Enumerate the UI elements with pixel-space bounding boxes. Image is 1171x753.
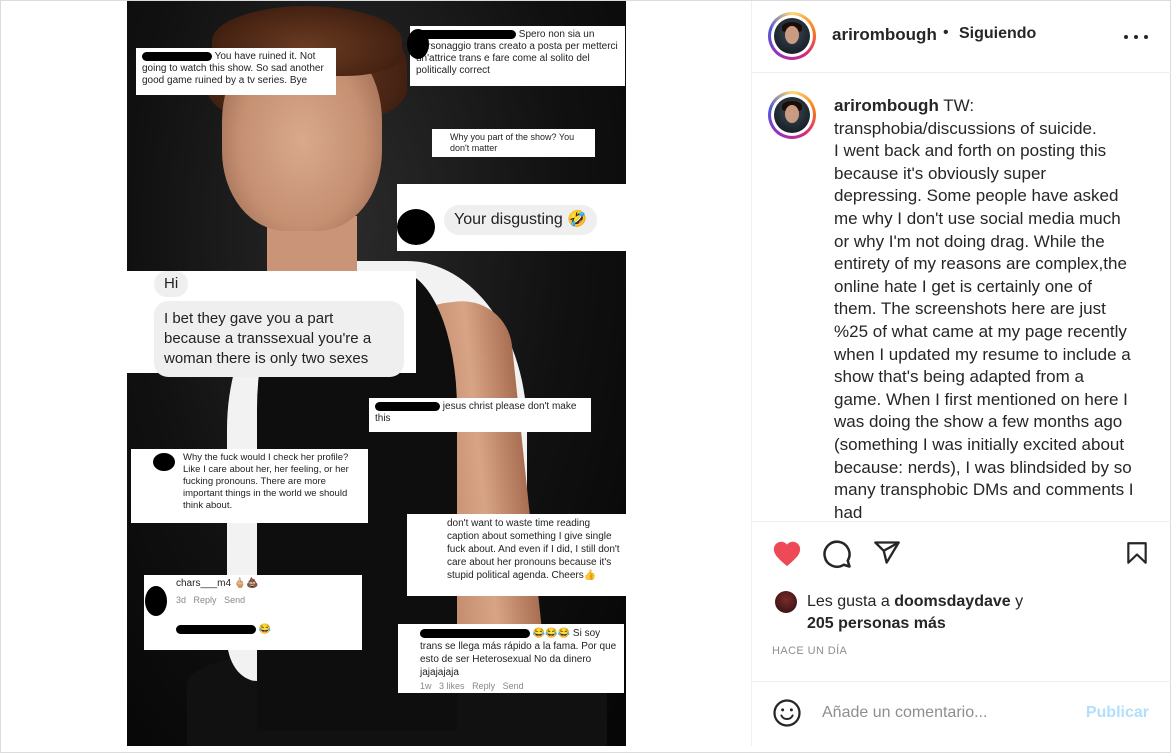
avatar-image xyxy=(774,18,810,54)
heart-icon[interactable] xyxy=(772,539,802,567)
author-avatar[interactable] xyxy=(768,12,816,60)
screenshot-comment-2: Spero non sia un personaggio trans creat… xyxy=(410,26,625,86)
screenshot-comment-1: You have ruined it. Not going to watch t… xyxy=(136,48,336,95)
post-image[interactable]: You have ruined it. Not going to watch t… xyxy=(127,1,626,746)
screenshot-comment-8: don't want to waste time reading caption… xyxy=(407,514,626,596)
dm-bubble-message: I bet they gave you a part because a tra… xyxy=(154,301,404,377)
send-link: Send xyxy=(224,595,246,605)
comment-text: Why the fuck would I check her profile? … xyxy=(183,452,349,511)
comment-text: don't want to waste time reading caption… xyxy=(447,518,620,581)
author-username[interactable]: arirombough xyxy=(832,25,937,45)
avatar-face xyxy=(785,26,799,44)
comment-age: 1w xyxy=(420,681,432,691)
comment-text: 😂 xyxy=(258,624,272,635)
comment-text: Why you part of the show? You don't matt… xyxy=(450,132,575,153)
post-sidebar: arirombough • Siguiendo arirombough TW: … xyxy=(751,1,1171,746)
avatar-face xyxy=(785,105,799,123)
caption-username[interactable]: arirombough xyxy=(834,96,939,115)
following-button[interactable]: Siguiendo xyxy=(959,25,1036,43)
avatar-border xyxy=(771,15,813,57)
likes-summary[interactable]: Les gusta a doomsdaydave y 205 personas … xyxy=(807,591,1107,635)
redaction xyxy=(416,29,516,39)
reply-link: Reply xyxy=(193,595,217,605)
comment-icon[interactable] xyxy=(822,539,852,569)
dm-bubble: Your disgusting 🤣 xyxy=(444,205,598,235)
redaction xyxy=(420,628,530,638)
comment-user: chars___m4 🖕🏼💩 xyxy=(176,578,259,589)
separator-dot: • xyxy=(943,24,949,41)
redaction xyxy=(375,401,440,411)
screenshot-comment-3: Why you part of the show? You don't matt… xyxy=(432,129,595,157)
redaction xyxy=(142,51,212,61)
save-bookmark-icon[interactable] xyxy=(1124,539,1150,567)
post-caption: arirombough TW: transphobia/discussions … xyxy=(834,95,1134,519)
likes-prefix: Les gusta a xyxy=(807,593,890,610)
dm-bubble-hi: Hi xyxy=(154,271,189,297)
share-icon[interactable] xyxy=(873,539,901,567)
redaction-blob xyxy=(407,29,429,59)
caption-text: transphobia/discussions of suicide. I we… xyxy=(834,118,1134,519)
caption-author-avatar[interactable] xyxy=(768,91,816,139)
redaction-blob xyxy=(153,453,175,471)
likes-and: y xyxy=(1015,593,1024,610)
screenshot-dm-2: Hi I bet they gave you a part because a … xyxy=(127,271,416,377)
screenshot-comment-9: chars___m4 🖕🏼💩 3d Reply Send 😂 xyxy=(144,575,362,650)
avatar-image xyxy=(774,97,810,133)
post-header: arirombough • Siguiendo xyxy=(752,1,1171,73)
comment-input[interactable]: Añade un comentario... xyxy=(822,704,987,722)
screenshot-comment-6: jesus christ please don't make this xyxy=(369,398,591,432)
liker-avatar[interactable] xyxy=(775,591,797,613)
post-modal: You have ruined it. Not going to watch t… xyxy=(0,0,1171,753)
likes-count[interactable]: 205 personas más xyxy=(807,615,946,632)
post-timestamp[interactable]: HACE UN DÍA xyxy=(772,645,847,657)
screenshot-comment-11: 😂😂😂 Si soy trans se llega más rápido a l… xyxy=(398,624,624,693)
comment-age: 3d xyxy=(176,595,187,605)
avatar-border xyxy=(771,94,813,136)
redaction-blob xyxy=(397,209,435,245)
reply-link: Reply xyxy=(472,681,496,691)
liker-username[interactable]: doomsdaydave xyxy=(894,593,1010,610)
redaction-blob xyxy=(145,586,167,616)
comment-likes: 3 likes xyxy=(439,681,465,691)
redaction xyxy=(176,624,256,634)
more-options-icon[interactable] xyxy=(1124,25,1148,49)
left-gutter xyxy=(1,1,127,746)
publish-button[interactable]: Publicar xyxy=(1086,704,1149,722)
send-link: Send xyxy=(502,681,524,691)
caption-prefix: TW: xyxy=(943,96,975,115)
emoji-icon[interactable] xyxy=(772,698,802,728)
